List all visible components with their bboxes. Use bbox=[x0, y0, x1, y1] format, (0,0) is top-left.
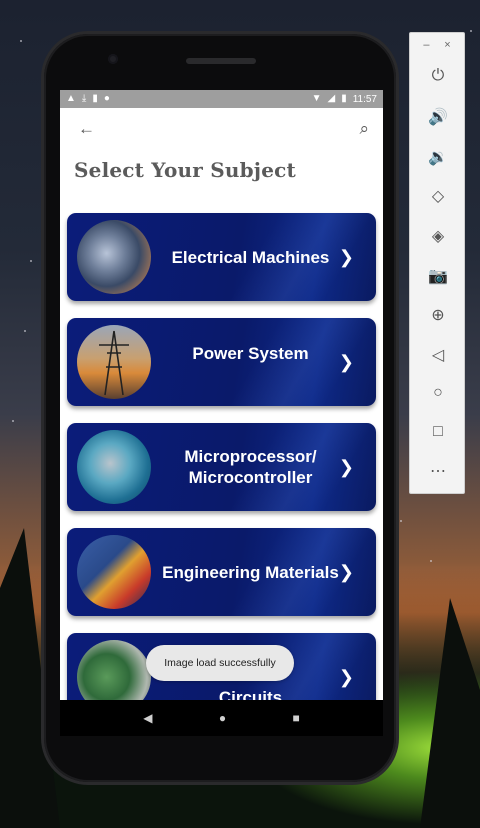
chevron-right-icon: ❯ bbox=[338, 667, 354, 687]
nav-back-icon[interactable]: ◀ bbox=[143, 711, 152, 725]
power-tower-icon bbox=[99, 330, 129, 396]
power-icon[interactable]: ⏻ bbox=[410, 67, 466, 85]
back-arrow-icon[interactable]: ← bbox=[78, 119, 95, 139]
android-nav-bar: ◀ ● ■ bbox=[60, 700, 383, 736]
battery-icon: ▮ bbox=[341, 93, 347, 104]
chevron-right-icon: ❯ bbox=[338, 457, 354, 477]
back-icon[interactable]: ◁ bbox=[410, 345, 466, 365]
emulator-toolbar: – × ⏻ 🔊 🔉 ◇ ◈ 📷 ⊕ ◁ ○ □ ⋯ bbox=[409, 32, 465, 494]
wifi-icon: ▼ bbox=[311, 93, 322, 104]
subject-card-electrical-machines[interactable]: Electrical Machines ❯ bbox=[67, 213, 376, 301]
status-bar: ▲ ⤓ ▮ ● ▼ ◢ ▮ 11:57 bbox=[60, 90, 383, 108]
subject-label: Circuits bbox=[218, 687, 283, 701]
sd-card-icon: ▮ bbox=[92, 93, 98, 104]
status-time: 11:57 bbox=[352, 93, 377, 105]
chevron-right-icon: ❯ bbox=[338, 247, 354, 267]
page-title: Select Your Subject bbox=[74, 158, 296, 182]
close-icon[interactable]: × bbox=[444, 39, 450, 51]
zoom-icon[interactable]: ⊕ bbox=[410, 305, 466, 325]
subject-card-microprocessor[interactable]: Microprocessor/ Microcontroller ❯ bbox=[67, 423, 376, 511]
volume-down-icon[interactable]: 🔉 bbox=[410, 147, 466, 167]
subject-card-engineering-materials[interactable]: Engineering Materials ❯ bbox=[67, 528, 376, 616]
minimize-icon[interactable]: – bbox=[423, 39, 429, 51]
subject-card-power-system[interactable]: Power System ❯ bbox=[67, 318, 376, 406]
rotate-right-icon[interactable]: ◈ bbox=[410, 226, 466, 246]
app-bar: ← ⌕ bbox=[60, 108, 383, 150]
materials-image bbox=[77, 535, 151, 609]
circle-icon: ● bbox=[103, 93, 110, 104]
earpiece-speaker bbox=[186, 58, 256, 64]
volume-up-icon[interactable]: 🔊 bbox=[410, 107, 466, 127]
more-icon[interactable]: ⋯ bbox=[410, 461, 466, 481]
signal-icon: ◢ bbox=[327, 93, 336, 104]
rotate-left-icon[interactable]: ◇ bbox=[410, 186, 466, 206]
camera-icon[interactable]: 📷 bbox=[410, 266, 466, 286]
app-screen: ▲ ⤓ ▮ ● ▼ ◢ ▮ 11:57 ← ⌕ Select Your Subj… bbox=[60, 90, 383, 700]
download-icon: ⤓ bbox=[81, 93, 87, 104]
warning-icon: ▲ bbox=[66, 93, 76, 104]
chevron-right-icon: ❯ bbox=[338, 352, 354, 372]
front-camera bbox=[108, 54, 118, 64]
nav-home-icon[interactable]: ● bbox=[219, 711, 226, 725]
nav-recents-icon[interactable]: ■ bbox=[293, 711, 300, 725]
home-icon[interactable]: ○ bbox=[410, 384, 466, 402]
pcb-image bbox=[77, 640, 151, 700]
power-tower-image bbox=[77, 325, 151, 399]
circuit-board-image bbox=[77, 430, 151, 504]
chevron-right-icon: ❯ bbox=[338, 562, 354, 582]
toast-message: Image load successfully bbox=[146, 645, 294, 681]
machines-image bbox=[77, 220, 151, 294]
search-icon[interactable]: ⌕ bbox=[359, 119, 369, 139]
overview-icon[interactable]: □ bbox=[410, 423, 466, 441]
